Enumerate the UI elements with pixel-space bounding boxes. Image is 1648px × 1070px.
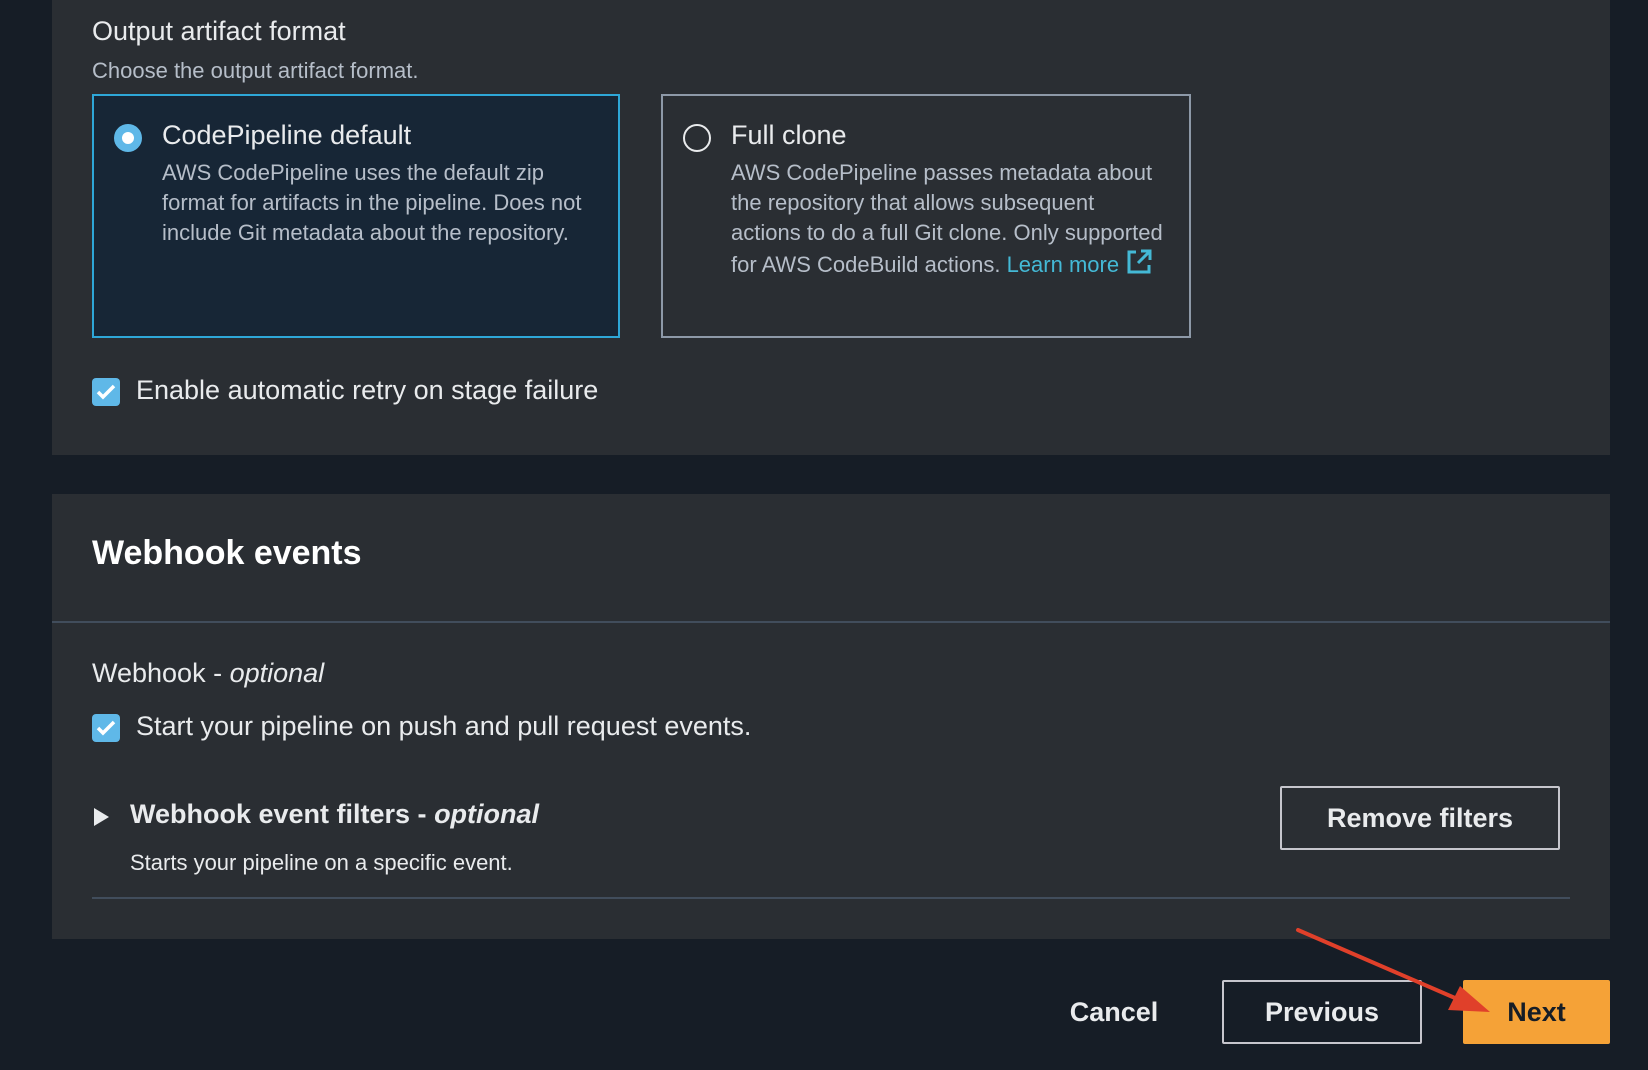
output-artifact-label: Output artifact format (92, 16, 346, 46)
webhook-checkbox-label[interactable]: Start your pipeline on push and pull req… (136, 711, 751, 742)
webhook-label: Webhook - optional (92, 658, 325, 688)
learn-more-link[interactable]: Learn more (1006, 249, 1154, 277)
caret-right-icon[interactable] (94, 808, 109, 826)
output-artifact-description: Choose the output artifact format. (92, 58, 419, 83)
webhook-events-panel: Webhook events Webhook - optional Start … (52, 494, 1610, 939)
codepipeline-default-radio[interactable] (114, 124, 142, 152)
full-clone-tile[interactable]: Full clone AWS CodePipeline passes metad… (661, 94, 1191, 338)
learn-more-label: Learn more (1006, 252, 1120, 277)
retry-checkbox[interactable] (92, 378, 120, 406)
webhook-checkbox[interactable] (92, 714, 120, 742)
checkmark-icon (96, 384, 116, 400)
codepipeline-default-title: CodePipeline default (162, 120, 412, 150)
cancel-button[interactable]: Cancel (1054, 980, 1174, 1044)
next-button[interactable]: Next (1463, 980, 1610, 1044)
full-clone-radio[interactable] (683, 124, 711, 152)
external-link-icon (1125, 248, 1153, 284)
full-clone-title: Full clone (731, 120, 847, 150)
output-artifact-panel: Output artifact format Choose the output… (52, 0, 1610, 455)
header-divider (52, 621, 1610, 623)
webhook-event-filters-description: Starts your pipeline on a specific event… (130, 850, 513, 875)
remove-filters-button[interactable]: Remove filters (1280, 786, 1560, 850)
filters-divider (92, 897, 1570, 899)
webhook-event-filters-toggle[interactable]: Webhook event filters - optional (130, 799, 539, 830)
checkmark-icon (96, 720, 116, 736)
full-clone-description-block: AWS CodePipeline passes metadata about t… (731, 158, 1169, 284)
retry-label[interactable]: Enable automatic retry on stage failure (136, 375, 598, 406)
codepipeline-default-description: AWS CodePipeline uses the default zip fo… (162, 160, 582, 245)
codepipeline-default-tile[interactable]: CodePipeline default AWS CodePipeline us… (92, 94, 620, 338)
previous-button[interactable]: Previous (1222, 980, 1422, 1044)
webhook-events-title: Webhook events (92, 534, 362, 572)
